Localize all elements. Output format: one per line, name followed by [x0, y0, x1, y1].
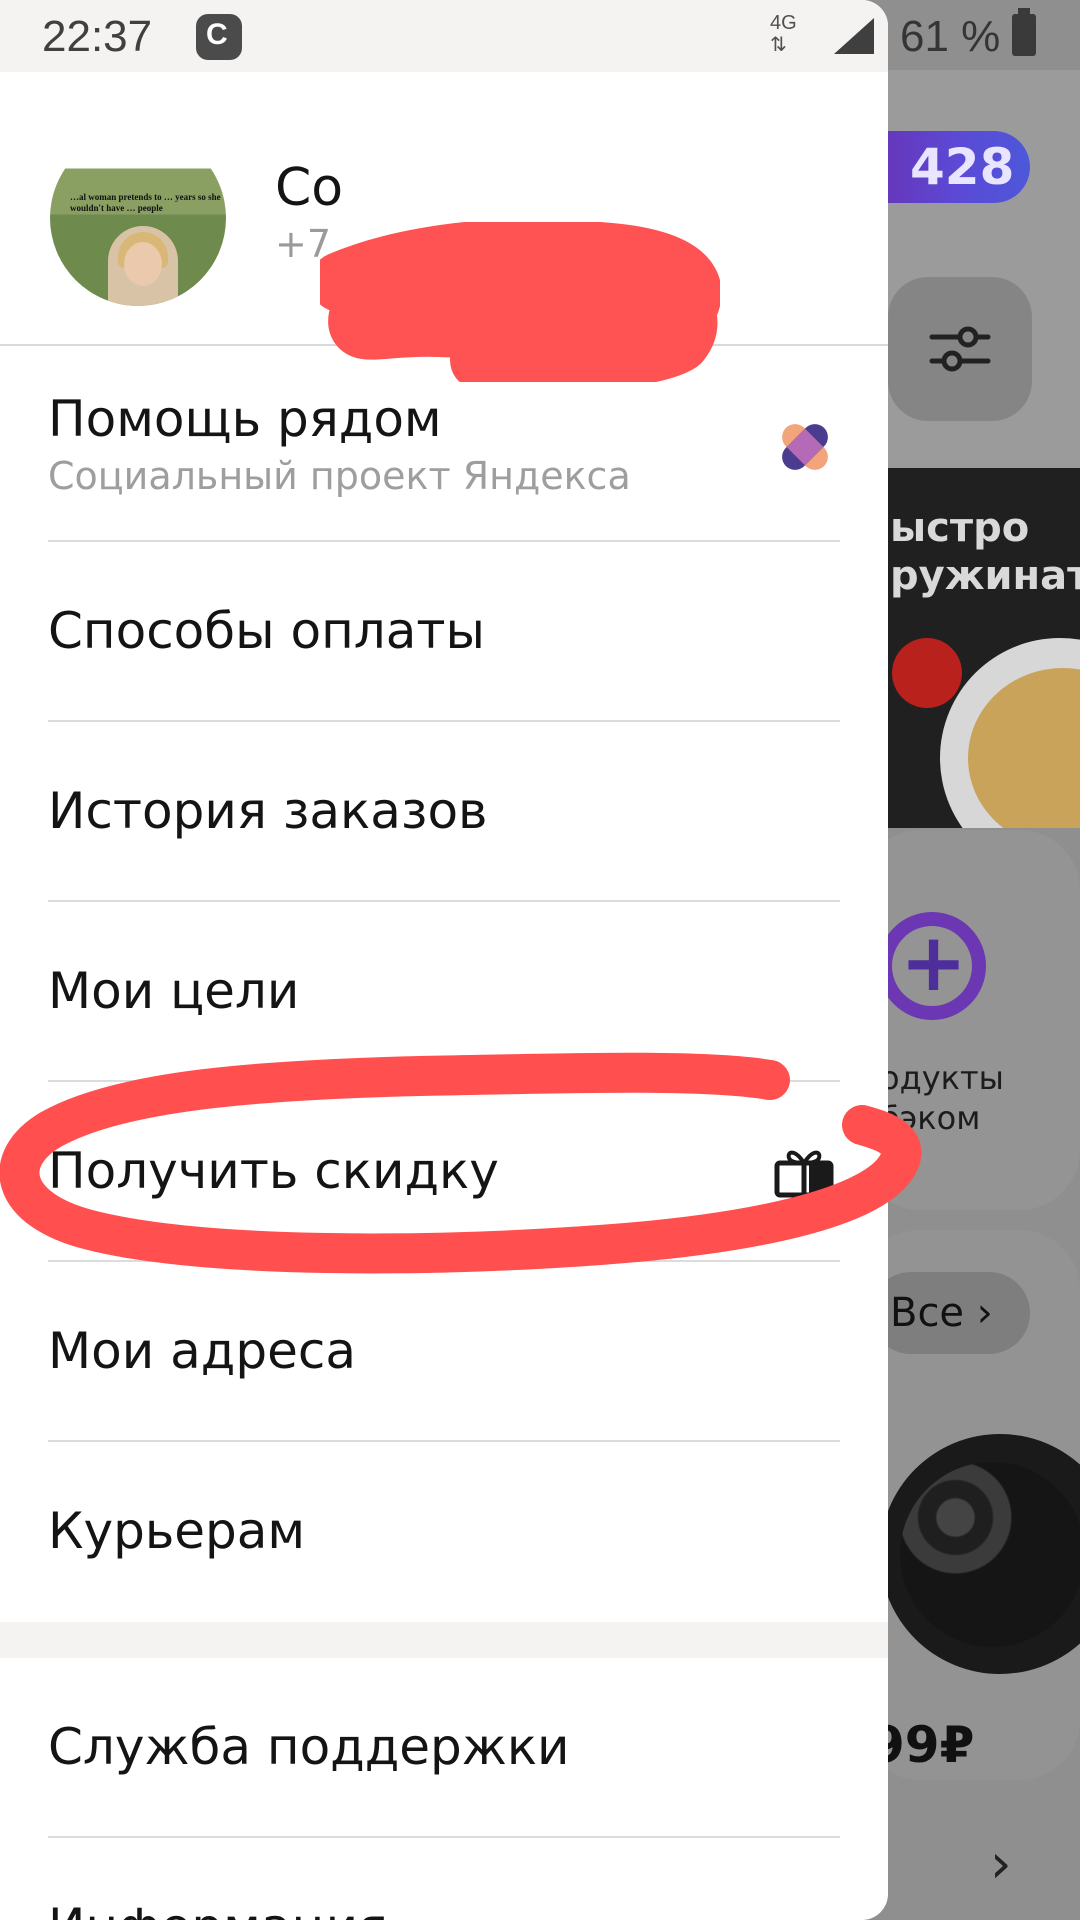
avatar[interactable]: …al woman pretends to … years so she wou… — [50, 130, 226, 306]
menu-item-label: Помощь рядом — [48, 390, 442, 448]
all-button-label: Все — [890, 1290, 965, 1336]
menu-item-couriers[interactable]: Курьерам — [0, 1442, 888, 1622]
plus-card-text: одукты бэком — [880, 1059, 1004, 1137]
blackberry-image — [900, 1462, 1080, 1647]
filter-button[interactable] — [888, 277, 1032, 421]
menu-item-label: Курьерам — [48, 1502, 306, 1560]
network-label: 4G — [770, 12, 797, 34]
signal-icon — [834, 18, 874, 54]
gift-icon — [774, 1150, 834, 1198]
menu-item-sublabel: Социальный проект Яндекса — [48, 454, 631, 498]
tomato-image — [892, 638, 962, 708]
filter-icon — [929, 326, 991, 372]
chevron-right-icon: › — [976, 1290, 993, 1336]
cashback-value: 428 — [910, 138, 1015, 196]
menu-item-my-goals[interactable]: Мои цели — [0, 902, 888, 1082]
menu-item-help-nearby[interactable]: Помощь рядом Социальный проект Яндекса — [0, 346, 888, 542]
status-time: 22:37 — [42, 12, 153, 61]
plus-icon: + — [878, 912, 986, 1020]
app-c-icon — [196, 14, 242, 60]
battery-icon — [1012, 8, 1036, 56]
help-nearby-icon — [782, 424, 828, 470]
avatar-face — [124, 242, 162, 286]
menu-item-payment-methods[interactable]: Способы оплаты — [0, 542, 888, 722]
menu-item-my-addresses[interactable]: Мои адреса — [0, 1262, 888, 1442]
menu-item-label: Мои цели — [48, 962, 300, 1020]
battery-percent: 61 % — [900, 12, 1001, 61]
menu-item-label: Информация — [48, 1898, 388, 1920]
profile-header[interactable]: …al woman pretends to … years so she wou… — [0, 72, 888, 382]
menu-item-label: Служба поддержки — [48, 1718, 570, 1776]
menu-item-label: Мои адреса — [48, 1322, 356, 1380]
menu-item-support[interactable]: Служба поддержки — [0, 1658, 888, 1838]
plus-card[interactable] — [860, 830, 1080, 1210]
menu-item-get-discount[interactable]: Получить скидку — [0, 1082, 888, 1262]
menu-item-information[interactable]: Информация — [0, 1838, 888, 1920]
profile-name: Со — [275, 158, 344, 218]
status-bar: 22:37 4G ⇅ 61 % — [0, 0, 1080, 72]
promo-banner[interactable]: ыстро ружинать — [880, 468, 1080, 828]
navigation-drawer: …al woman pretends to … years so she wou… — [0, 0, 888, 1920]
section-divider — [0, 1622, 888, 1658]
menu-item-label: Получить скидку — [48, 1142, 499, 1200]
menu-item-order-history[interactable]: История заказов — [0, 722, 888, 902]
menu-item-label: Способы оплаты — [48, 602, 485, 660]
avatar-caption: …al woman pretends to … years so she wou… — [70, 192, 221, 213]
chevron-right-icon[interactable]: › — [990, 1832, 1012, 1895]
network-icon: 4G ⇅ — [770, 12, 797, 56]
promo-text: ыстро ружинать — [890, 505, 1080, 599]
menu-item-label: История заказов — [48, 782, 488, 840]
data-arrows-icon: ⇅ — [770, 34, 787, 56]
all-button[interactable]: Все › — [870, 1272, 1030, 1354]
